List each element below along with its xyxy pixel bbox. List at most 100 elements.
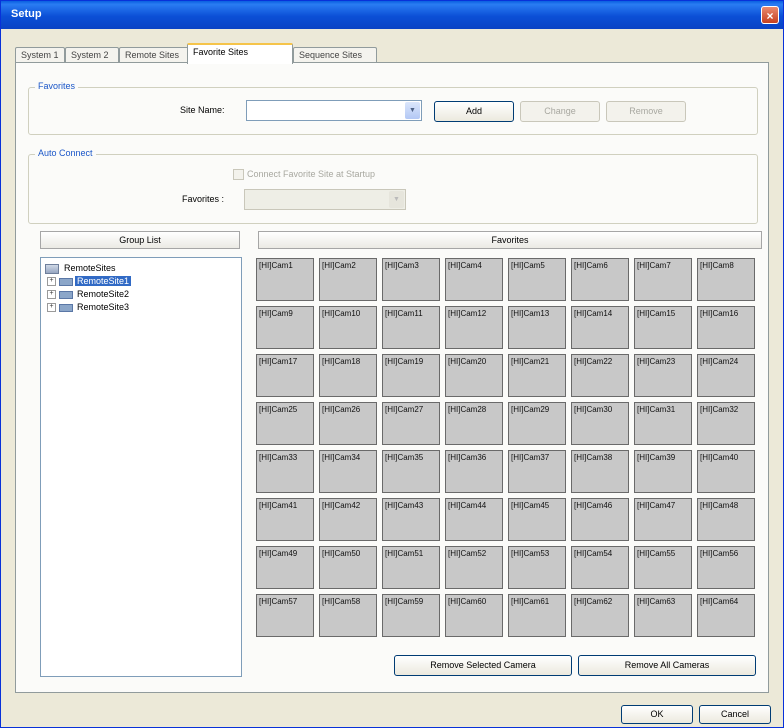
camera-slot[interactable]: [HI]Cam33 (256, 450, 314, 493)
camera-slot[interactable]: [HI]Cam36 (445, 450, 503, 493)
camera-slot[interactable]: [HI]Cam15 (634, 306, 692, 349)
camera-slot[interactable]: [HI]Cam47 (634, 498, 692, 541)
tree-root-label: RemoteSites (64, 263, 116, 273)
camera-slot[interactable]: [HI]Cam57 (256, 594, 314, 637)
camera-slot[interactable]: [HI]Cam59 (382, 594, 440, 637)
auto-favorites-label: Favorites : (182, 194, 225, 204)
expand-icon[interactable]: + (47, 277, 56, 287)
tree-item-label: RemoteSite3 (77, 302, 130, 312)
network-icon (45, 263, 59, 274)
camera-slot[interactable]: [HI]Cam58 (319, 594, 377, 637)
camera-slot[interactable]: [HI]Cam49 (256, 546, 314, 589)
title-bar[interactable]: Setup × (1, 1, 783, 29)
camera-slot[interactable]: [HI]Cam26 (319, 402, 377, 445)
camera-slot[interactable]: [HI]Cam53 (508, 546, 566, 589)
camera-slot[interactable]: [HI]Cam24 (697, 354, 755, 397)
camera-slot[interactable]: [HI]Cam12 (445, 306, 503, 349)
connect-at-startup-checkbox[interactable] (233, 169, 244, 180)
camera-slot[interactable]: [HI]Cam38 (571, 450, 629, 493)
chevron-down-icon[interactable]: ▼ (389, 191, 404, 208)
setup-window: Setup × System 1 System 2 Remote Sites F… (0, 0, 784, 728)
tab-system-1[interactable]: System 1 (15, 47, 65, 63)
camera-slot[interactable]: [HI]Cam21 (508, 354, 566, 397)
server-icon (59, 303, 73, 312)
camera-slot[interactable]: [HI]Cam31 (634, 402, 692, 445)
camera-slot[interactable]: [HI]Cam54 (571, 546, 629, 589)
favorites-group-title: Favorites (35, 81, 79, 91)
camera-slot[interactable]: [HI]Cam4 (445, 258, 503, 301)
camera-slot[interactable]: [HI]Cam2 (319, 258, 377, 301)
tab-sequence-sites[interactable]: Sequence Sites (293, 47, 377, 63)
cancel-button[interactable]: Cancel (699, 705, 771, 724)
camera-slot[interactable]: [HI]Cam52 (445, 546, 503, 589)
camera-slot[interactable]: [HI]Cam17 (256, 354, 314, 397)
camera-slot[interactable]: [HI]Cam55 (634, 546, 692, 589)
camera-slot[interactable]: [HI]Cam39 (634, 450, 692, 493)
camera-slot[interactable]: [HI]Cam44 (445, 498, 503, 541)
camera-slot[interactable]: [HI]Cam42 (319, 498, 377, 541)
tab-favorite-sites[interactable]: Favorite Sites (187, 43, 293, 64)
camera-slot[interactable]: [HI]Cam56 (697, 546, 755, 589)
camera-slot[interactable]: [HI]Cam23 (634, 354, 692, 397)
group-list-tree[interactable]: RemoteSites + RemoteSite1 + RemoteSite2 + R… (40, 257, 242, 677)
remove-selected-camera-button[interactable]: Remove Selected Camera (394, 655, 572, 676)
camera-slot[interactable]: [HI]Cam34 (319, 450, 377, 493)
camera-slot[interactable]: [HI]Cam11 (382, 306, 440, 349)
camera-slot[interactable]: [HI]Cam29 (508, 402, 566, 445)
camera-slot[interactable]: [HI]Cam45 (508, 498, 566, 541)
camera-slot[interactable]: [HI]Cam41 (256, 498, 314, 541)
tab-remote-sites[interactable]: Remote Sites (119, 47, 189, 63)
camera-slot[interactable]: [HI]Cam40 (697, 450, 755, 493)
camera-slot[interactable]: [HI]Cam35 (382, 450, 440, 493)
camera-slot[interactable]: [HI]Cam48 (697, 498, 755, 541)
server-icon (59, 290, 73, 299)
camera-slot[interactable]: [HI]Cam16 (697, 306, 755, 349)
camera-slot[interactable]: [HI]Cam14 (571, 306, 629, 349)
tree-item-remotesite3[interactable]: + RemoteSite3 (47, 301, 131, 313)
remove-button[interactable]: Remove (606, 101, 686, 122)
change-button[interactable]: Change (520, 101, 600, 122)
camera-slot[interactable]: [HI]Cam6 (571, 258, 629, 301)
site-name-combo[interactable]: ▼ (246, 100, 422, 121)
camera-slot[interactable]: [HI]Cam32 (697, 402, 755, 445)
tree-root[interactable]: RemoteSites (45, 262, 118, 274)
tab-system-2[interactable]: System 2 (65, 47, 119, 63)
camera-slot[interactable]: [HI]Cam50 (319, 546, 377, 589)
camera-slot[interactable]: [HI]Cam30 (571, 402, 629, 445)
camera-slot[interactable]: [HI]Cam22 (571, 354, 629, 397)
add-button[interactable]: Add (434, 101, 514, 122)
tree-item-remotesite1[interactable]: + RemoteSite1 (47, 275, 132, 287)
camera-slot[interactable]: [HI]Cam13 (508, 306, 566, 349)
remove-all-cameras-button[interactable]: Remove All Cameras (578, 655, 756, 676)
camera-slot[interactable]: [HI]Cam37 (508, 450, 566, 493)
chevron-down-icon[interactable]: ▼ (405, 102, 420, 119)
camera-slot[interactable]: [HI]Cam9 (256, 306, 314, 349)
site-name-label: Site Name: (180, 105, 225, 115)
camera-slot[interactable]: [HI]Cam51 (382, 546, 440, 589)
camera-slot[interactable]: [HI]Cam60 (445, 594, 503, 637)
camera-slot[interactable]: [HI]Cam18 (319, 354, 377, 397)
close-button[interactable]: × (761, 6, 779, 24)
camera-slot[interactable]: [HI]Cam3 (382, 258, 440, 301)
expand-icon[interactable]: + (47, 290, 56, 300)
camera-slot[interactable]: [HI]Cam1 (256, 258, 314, 301)
tree-item-remotesite2[interactable]: + RemoteSite2 (47, 288, 131, 300)
camera-slot[interactable]: [HI]Cam63 (634, 594, 692, 637)
ok-button[interactable]: OK (621, 705, 693, 724)
camera-slot[interactable]: [HI]Cam19 (382, 354, 440, 397)
camera-slot[interactable]: [HI]Cam61 (508, 594, 566, 637)
camera-slot[interactable]: [HI]Cam20 (445, 354, 503, 397)
camera-slot[interactable]: [HI]Cam8 (697, 258, 755, 301)
camera-slot[interactable]: [HI]Cam7 (634, 258, 692, 301)
camera-slot[interactable]: [HI]Cam10 (319, 306, 377, 349)
camera-slot[interactable]: [HI]Cam25 (256, 402, 314, 445)
camera-slot[interactable]: [HI]Cam27 (382, 402, 440, 445)
expand-icon[interactable]: + (47, 303, 56, 313)
camera-slot[interactable]: [HI]Cam43 (382, 498, 440, 541)
camera-slot[interactable]: [HI]Cam5 (508, 258, 566, 301)
auto-favorites-combo[interactable]: ▼ (244, 189, 406, 210)
camera-slot[interactable]: [HI]Cam46 (571, 498, 629, 541)
camera-slot[interactable]: [HI]Cam62 (571, 594, 629, 637)
camera-slot[interactable]: [HI]Cam28 (445, 402, 503, 445)
camera-slot[interactable]: [HI]Cam64 (697, 594, 755, 637)
